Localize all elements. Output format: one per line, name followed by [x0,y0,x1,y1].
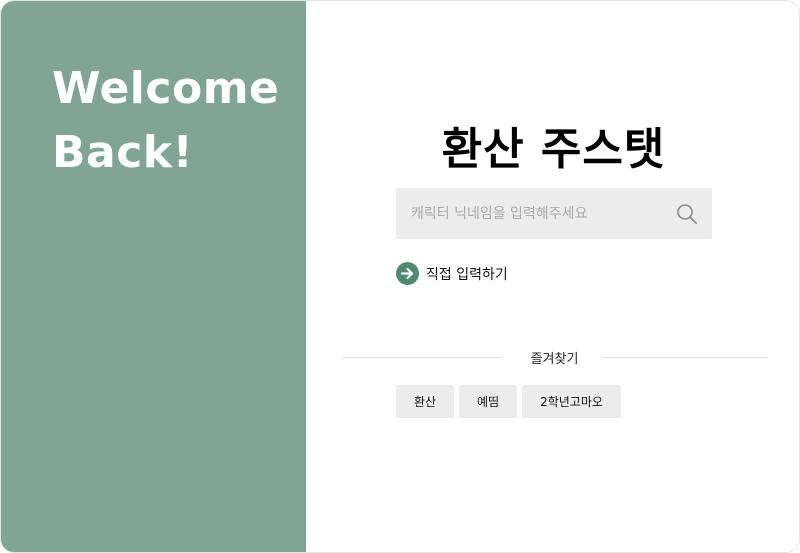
nickname-search-input[interactable] [396,188,662,239]
welcome-panel: Welcome Back! [1,1,306,552]
favorites-divider: 즐겨찾기 [342,346,767,370]
favorite-chip[interactable]: 환산 [396,385,454,418]
direct-input-label: 직접 입력하기 [426,266,508,283]
search-bar [396,188,712,239]
search-icon [677,203,697,224]
page-title: 환산 주스탯 [441,124,666,175]
main-panel: 환산 주스탯 직접 입력하기 즐겨찾기 [306,1,799,552]
favorite-chip[interactable]: 2학년고마오 [522,385,621,418]
favorites-list: 환산 예띰 2학년고마오 [396,385,621,418]
welcome-heading: Welcome Back! [52,57,292,185]
welcome-line-1: Welcome [52,63,280,114]
app-window: Welcome Back! 환산 주스탯 직접 입력하기 [0,0,800,553]
search-button[interactable] [662,188,712,239]
direct-input-link[interactable]: 직접 입력하기 [396,262,508,285]
favorite-chip[interactable]: 예띰 [459,385,517,418]
divider-line-right [602,357,767,358]
arrow-right-circle-icon [396,262,419,285]
welcome-line-2: Back! [52,127,194,178]
